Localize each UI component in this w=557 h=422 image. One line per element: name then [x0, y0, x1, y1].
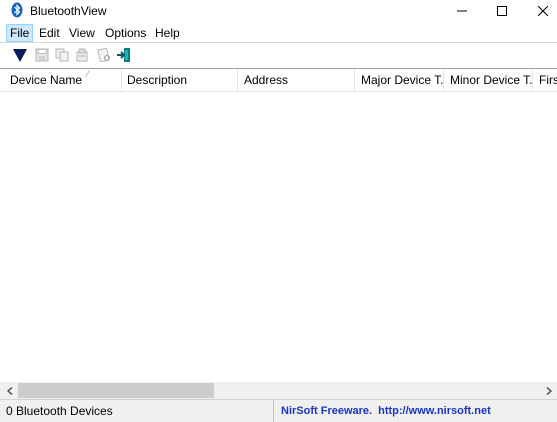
maximize-button[interactable]: [482, 0, 522, 22]
save-button[interactable]: [33, 46, 51, 64]
exit-button[interactable]: [115, 46, 133, 64]
save-icon: [35, 48, 49, 62]
column-minor-device-type[interactable]: Minor Device T...: [444, 69, 533, 92]
menu-bar: File Edit View Options Help: [0, 24, 557, 42]
menu-edit[interactable]: Edit: [36, 24, 63, 42]
sort-ascending-icon: ⁄: [87, 69, 89, 79]
properties-icon: [76, 48, 88, 62]
list-header: Device Name ⁄ Description Address Major …: [0, 69, 557, 92]
column-device-name[interactable]: Device Name: [4, 69, 122, 92]
status-bar: 0 Bluetooth Devices NirSoft Freeware. htt…: [0, 399, 557, 422]
website-url[interactable]: http://www.nirsoft.net: [378, 405, 491, 417]
column-first[interactable]: First: [533, 69, 557, 92]
start-stop-icon: [13, 49, 27, 62]
html-report-button[interactable]: [95, 46, 113, 64]
menu-help[interactable]: Help: [152, 24, 183, 42]
chevron-left-icon: [6, 386, 12, 395]
window-title: BluetoothView: [30, 4, 107, 18]
device-count-status: 0 Bluetooth Devices: [0, 400, 274, 422]
maximize-icon: [497, 6, 507, 16]
nirsoft-link[interactable]: NirSoft Freeware. http://www.nirsoft.net: [276, 400, 557, 422]
copy-button[interactable]: [53, 46, 71, 64]
html-report-icon: [97, 48, 110, 62]
exit-icon: [117, 48, 130, 62]
column-major-device-type[interactable]: Major Device T...: [355, 69, 444, 92]
close-icon: [538, 6, 548, 16]
properties-button[interactable]: [73, 46, 91, 64]
close-button[interactable]: [523, 0, 557, 22]
device-list[interactable]: Device Name ⁄ Description Address Major …: [0, 68, 557, 383]
bluetooth-icon: [11, 2, 23, 18]
toolbar: [0, 42, 557, 66]
scroll-right-button[interactable]: [540, 382, 557, 399]
scroll-left-button[interactable]: [1, 382, 18, 399]
title-bar: BluetoothView: [0, 0, 557, 22]
column-address[interactable]: Address: [238, 69, 355, 92]
minimize-button[interactable]: [442, 0, 482, 22]
menu-file[interactable]: File: [6, 24, 34, 42]
menu-options[interactable]: Options: [102, 24, 149, 42]
column-description[interactable]: Description: [121, 69, 238, 92]
minimize-icon: [457, 10, 467, 12]
chevron-right-icon: [546, 386, 552, 395]
copy-icon: [55, 48, 69, 62]
horizontal-scrollbar[interactable]: [0, 382, 557, 399]
scroll-thumb[interactable]: [18, 383, 214, 398]
start-stop-button[interactable]: [11, 46, 29, 64]
brand-text: NirSoft Freeware.: [281, 405, 373, 417]
menu-view[interactable]: View: [66, 24, 98, 42]
